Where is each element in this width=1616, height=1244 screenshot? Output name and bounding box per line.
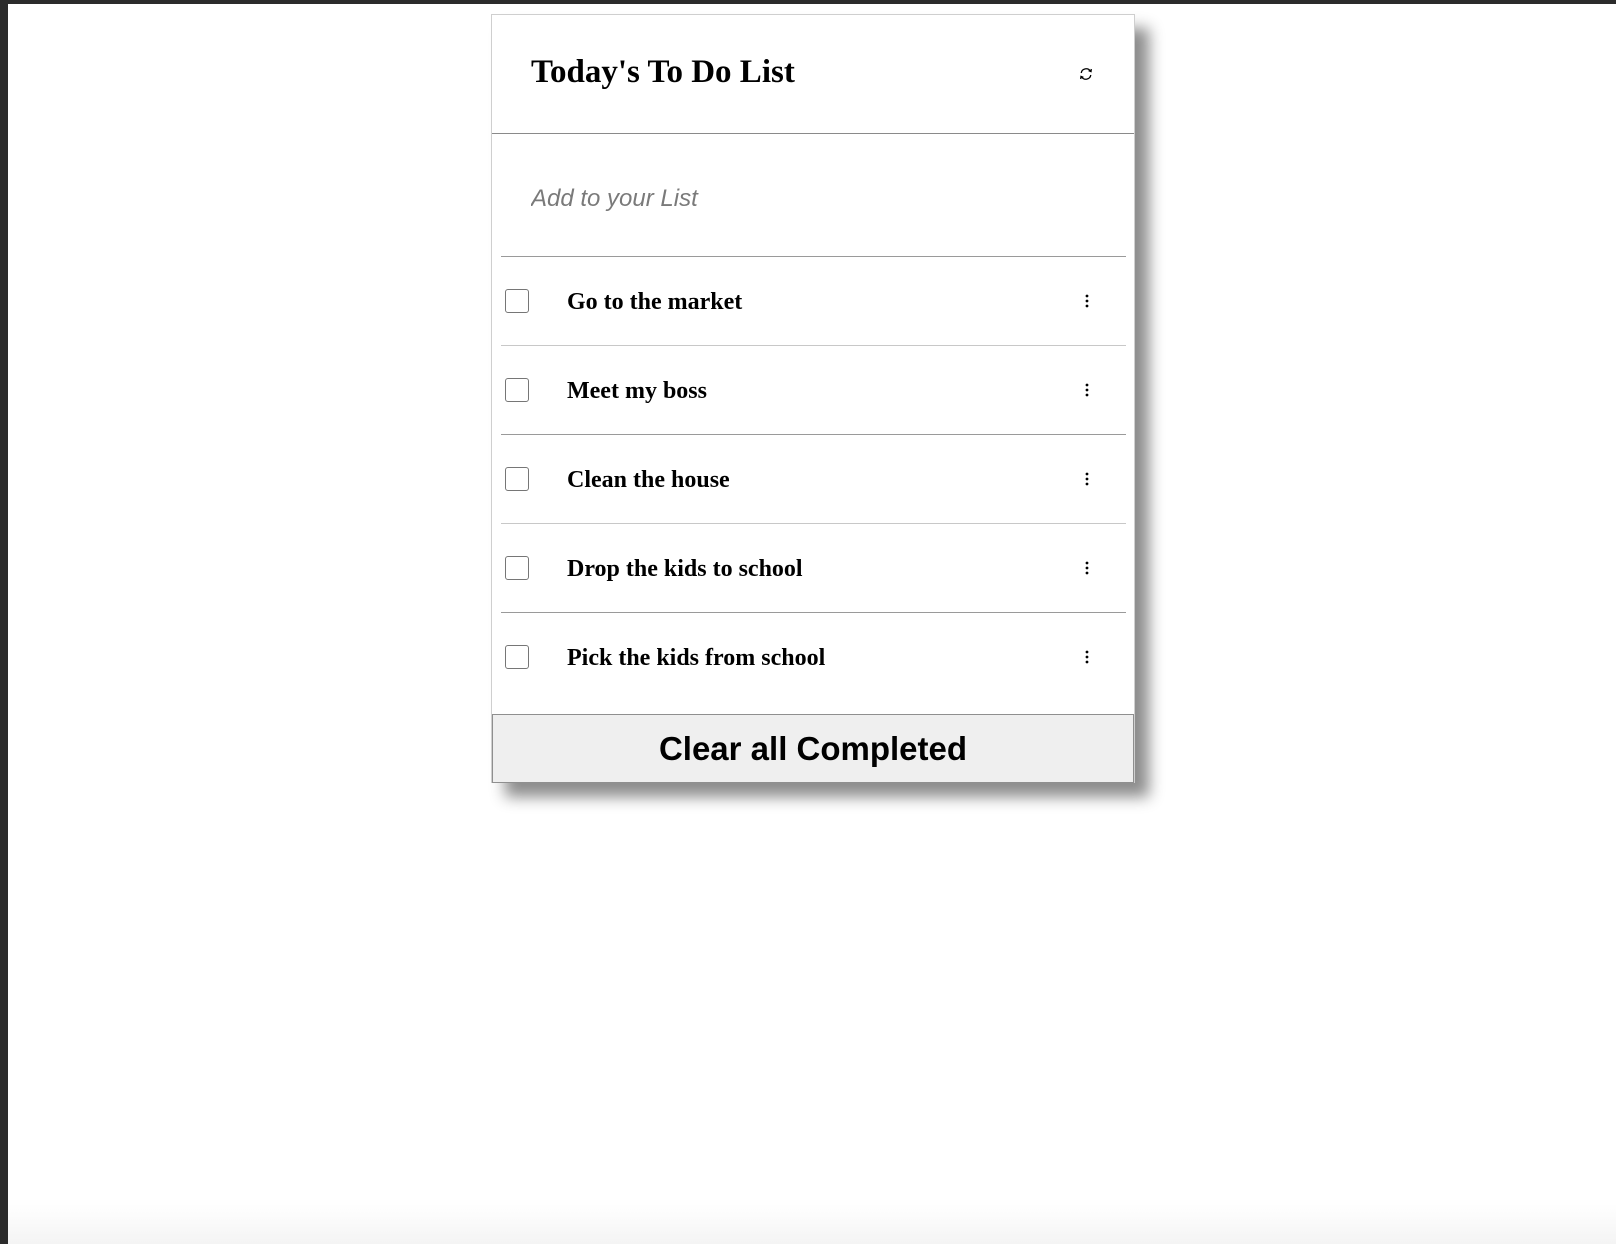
task-checkbox[interactable]: [505, 556, 529, 580]
clear-completed-button[interactable]: Clear all Completed: [492, 714, 1134, 783]
task-label: Clean the house: [567, 467, 730, 493]
task-row: Meet my boss: [501, 345, 1126, 434]
window-edge-left: [0, 0, 8, 1244]
more-vertical-icon[interactable]: [1081, 647, 1093, 667]
more-vertical-icon[interactable]: [1081, 558, 1093, 578]
task-list: Go to the market Meet my boss Clean the …: [501, 256, 1126, 701]
page-title: Today's To Do List: [531, 54, 795, 90]
window-edge-top: [0, 0, 1616, 4]
task-checkbox[interactable]: [505, 645, 529, 669]
task-row: Go to the market: [501, 256, 1126, 345]
task-checkbox[interactable]: [505, 289, 529, 313]
more-vertical-icon[interactable]: [1081, 291, 1093, 311]
task-label: Pick the kids from school: [567, 645, 826, 671]
more-vertical-icon[interactable]: [1081, 380, 1093, 400]
task-label: Go to the market: [567, 289, 743, 315]
page-bottom-shade: [8, 1204, 1616, 1244]
refresh-icon[interactable]: [1078, 66, 1094, 82]
more-vertical-icon[interactable]: [1081, 469, 1093, 489]
card-header: Today's To Do List: [492, 15, 1134, 134]
todo-card: Today's To Do List Go to the market Meet…: [491, 14, 1135, 783]
task-checkbox[interactable]: [505, 467, 529, 491]
task-row: Clean the house: [501, 434, 1126, 523]
task-row: Pick the kids from school: [501, 612, 1126, 701]
task-label: Meet my boss: [567, 378, 707, 404]
add-task-input[interactable]: [531, 180, 1091, 218]
task-label: Drop the kids to school: [567, 556, 803, 582]
task-row: Drop the kids to school: [501, 523, 1126, 612]
task-checkbox[interactable]: [505, 378, 529, 402]
